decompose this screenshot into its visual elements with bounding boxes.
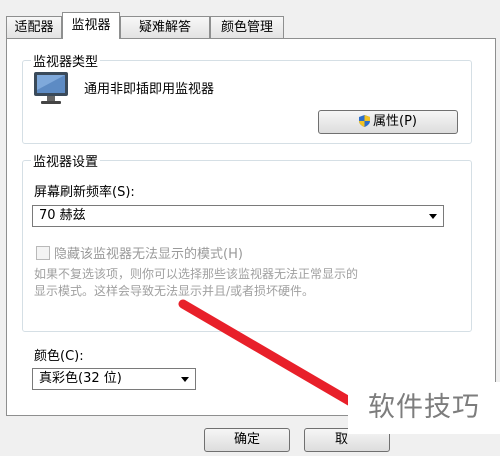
watermark-text: 软件技巧 bbox=[348, 382, 500, 434]
tab-monitor[interactable]: 监视器 bbox=[62, 12, 120, 39]
display-properties-dialog: 适配器 监视器 疑难解答 颜色管理 监视器类型 通用非即插即用监视器 属性(P)… bbox=[0, 0, 500, 456]
